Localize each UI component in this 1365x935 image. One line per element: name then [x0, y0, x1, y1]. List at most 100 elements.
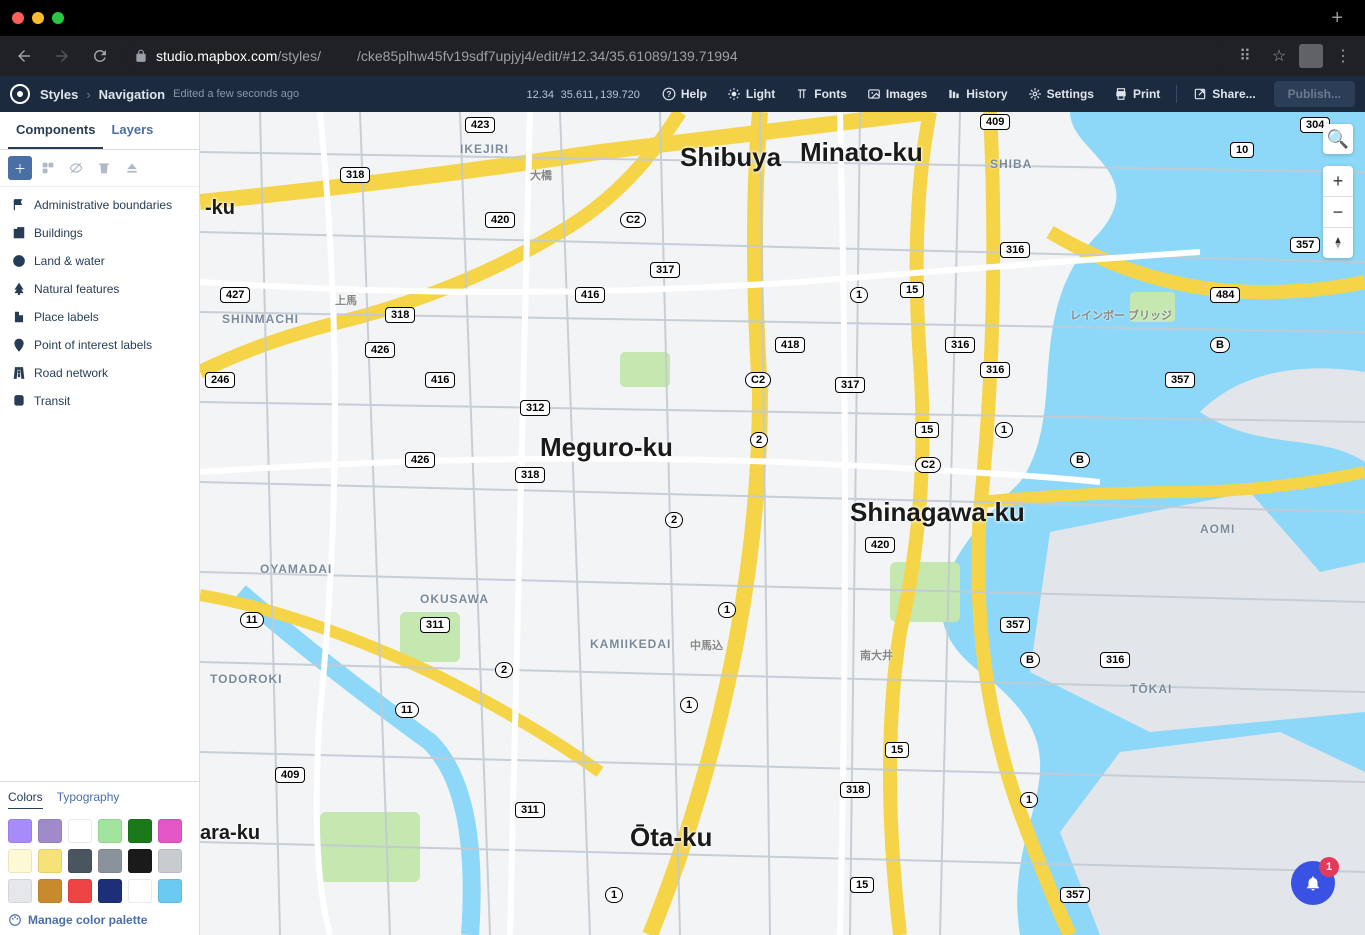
place-label: Shinagawa-ku: [850, 497, 1025, 528]
map-search-control[interactable]: 🔍: [1323, 124, 1353, 154]
component-item-building[interactable]: Buildings: [0, 219, 199, 247]
road-shield: 420: [865, 537, 895, 553]
bell-icon: [1304, 874, 1322, 892]
breadcrumb-styles[interactable]: Styles: [40, 87, 78, 102]
component-item-transit[interactable]: Transit: [0, 387, 199, 415]
road-shield: 312: [520, 400, 550, 416]
map-canvas[interactable]: ShibuyaMinato-kuMeguro-kuShinagawa-kuŌta…: [200, 112, 1365, 935]
color-swatch[interactable]: [8, 879, 32, 903]
compass-button[interactable]: [1323, 228, 1353, 258]
color-swatch[interactable]: [38, 819, 62, 843]
color-swatch[interactable]: [38, 879, 62, 903]
color-swatch[interactable]: [158, 879, 182, 903]
place-label: -ku: [205, 197, 235, 220]
map-basemap: [200, 112, 1365, 935]
close-window-icon[interactable]: [12, 12, 24, 24]
color-swatch[interactable]: [8, 819, 32, 843]
find-button[interactable]: [36, 156, 60, 180]
area-label: 上馬: [335, 292, 357, 308]
images-button[interactable]: Images: [859, 82, 935, 106]
mapbox-logo-icon[interactable]: [10, 84, 30, 104]
poi-icon: [12, 338, 26, 352]
road-shield: 15: [850, 877, 874, 893]
light-button[interactable]: Light: [719, 82, 783, 106]
component-item-globe[interactable]: Land & water: [0, 247, 199, 275]
road-shield: C2: [915, 457, 941, 473]
maximize-window-icon[interactable]: [52, 12, 64, 24]
color-swatch[interactable]: [128, 819, 152, 843]
notifications-button[interactable]: 1: [1291, 861, 1335, 905]
road-shield: 357: [1060, 887, 1090, 903]
color-swatch[interactable]: [158, 849, 182, 873]
forward-button[interactable]: [46, 40, 78, 72]
color-swatch[interactable]: [128, 849, 152, 873]
tab-typography[interactable]: Typography: [57, 790, 120, 809]
zoom-out-button[interactable]: −: [1323, 197, 1353, 227]
share-button[interactable]: Share...: [1185, 82, 1263, 106]
zoom-in-button[interactable]: +: [1323, 166, 1353, 196]
eject-button[interactable]: [120, 156, 144, 180]
road-shield: 15: [915, 422, 939, 438]
color-swatch[interactable]: [128, 879, 152, 903]
tab-colors[interactable]: Colors: [8, 790, 43, 809]
search-icon[interactable]: 🔍: [1323, 124, 1353, 154]
add-component-button[interactable]: ＋: [8, 156, 32, 180]
road-shield: 420: [485, 212, 515, 228]
edited-timestamp: Edited a few seconds ago: [173, 88, 299, 100]
color-swatch[interactable]: [8, 849, 32, 873]
tab-components[interactable]: Components: [8, 112, 103, 149]
road-shield: C2: [745, 372, 771, 388]
road-shield: 409: [980, 114, 1010, 130]
help-button[interactable]: ?Help: [654, 82, 715, 106]
color-swatch[interactable]: [68, 819, 92, 843]
road-shield: 316: [945, 337, 975, 353]
url-path-2: /cke85plhw45fv19sdf7upjyj4/edit/#12.34/3…: [357, 48, 738, 64]
lock-icon: [134, 49, 148, 63]
road-shield: 318: [385, 307, 415, 323]
fonts-button[interactable]: Fonts: [787, 82, 855, 106]
road-shield: 317: [650, 262, 680, 278]
color-swatch[interactable]: [68, 879, 92, 903]
area-label: SHINMACHI: [222, 312, 299, 326]
component-item-nature[interactable]: Natural features: [0, 275, 199, 303]
road-shield: 316: [1000, 242, 1030, 258]
visibility-button[interactable]: [64, 156, 88, 180]
color-swatch[interactable]: [68, 849, 92, 873]
breadcrumb-style-name[interactable]: Navigation: [99, 87, 165, 102]
component-item-road[interactable]: Road network: [0, 359, 199, 387]
bookmark-icon[interactable]: ☆: [1265, 46, 1293, 66]
reload-button[interactable]: [84, 40, 116, 72]
delete-button[interactable]: [92, 156, 116, 180]
tab-layers[interactable]: Layers: [103, 112, 161, 149]
color-swatch[interactable]: [98, 819, 122, 843]
app-header: Styles › Navigation Edited a few seconds…: [0, 76, 1365, 112]
component-item-flag[interactable]: Administrative boundaries: [0, 191, 199, 219]
translate-icon[interactable]: ⠿: [1231, 46, 1259, 66]
settings-button[interactable]: Settings: [1020, 82, 1102, 106]
back-button[interactable]: [8, 40, 40, 72]
road-shield: 357: [1000, 617, 1030, 633]
window-titlebar: +: [0, 0, 1365, 36]
profile-icon[interactable]: [1299, 44, 1323, 68]
road-shield: B: [1070, 452, 1090, 468]
minimize-window-icon[interactable]: [32, 12, 44, 24]
road-shield: 1: [850, 287, 868, 303]
manage-color-palette-button[interactable]: Manage color palette: [8, 913, 191, 927]
color-swatch[interactable]: [38, 849, 62, 873]
component-item-place[interactable]: Place labels: [0, 303, 199, 331]
address-bar[interactable]: studio.mapbox.com/styles/ /cke85plhw45fv…: [122, 41, 1225, 71]
chrome-menu-icon[interactable]: ⋮: [1329, 46, 1357, 66]
svg-text:?: ?: [666, 90, 671, 99]
history-button[interactable]: History: [939, 82, 1015, 106]
new-tab-button[interactable]: +: [1321, 7, 1353, 30]
publish-button[interactable]: Publish...: [1274, 81, 1355, 107]
color-swatch[interactable]: [158, 819, 182, 843]
component-item-poi[interactable]: Point of interest labels: [0, 331, 199, 359]
road-shield: 423: [465, 117, 495, 133]
color-swatch[interactable]: [98, 849, 122, 873]
area-label: SHIBA: [990, 157, 1032, 171]
color-swatch[interactable]: [98, 879, 122, 903]
road-shield: 357: [1165, 372, 1195, 388]
print-button[interactable]: Print: [1106, 82, 1168, 106]
area-label: 中馬込: [690, 637, 723, 653]
